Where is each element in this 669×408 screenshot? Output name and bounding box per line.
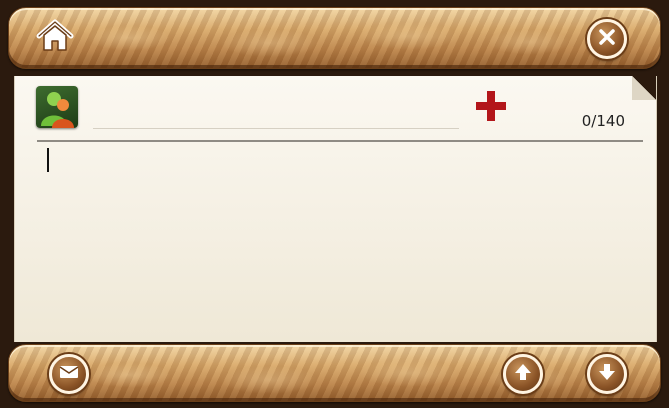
envelope-icon — [58, 361, 80, 387]
close-button[interactable] — [587, 19, 627, 59]
arrow-up-icon — [512, 361, 534, 387]
message-input[interactable] — [37, 146, 643, 332]
app-window: 0/140 — [0, 0, 669, 408]
character-counter: 0/140 — [581, 112, 625, 130]
compose-panel: 0/140 — [14, 76, 657, 342]
send-button[interactable] — [49, 354, 89, 394]
footer-bar — [8, 344, 661, 402]
contacts-icon — [36, 92, 78, 128]
header-bar — [8, 7, 661, 69]
close-icon — [596, 26, 618, 52]
scroll-up-button[interactable] — [503, 354, 543, 394]
home-button[interactable] — [31, 18, 79, 58]
plus-icon — [474, 89, 508, 127]
add-recipient-button[interactable] — [473, 90, 509, 126]
home-icon — [35, 18, 75, 58]
page-fold — [632, 76, 656, 100]
scroll-down-button[interactable] — [587, 354, 627, 394]
divider — [37, 140, 643, 142]
text-caret — [47, 148, 49, 172]
arrow-down-icon — [596, 361, 618, 387]
contacts-button[interactable] — [36, 86, 78, 128]
recipient-field[interactable] — [93, 128, 459, 129]
